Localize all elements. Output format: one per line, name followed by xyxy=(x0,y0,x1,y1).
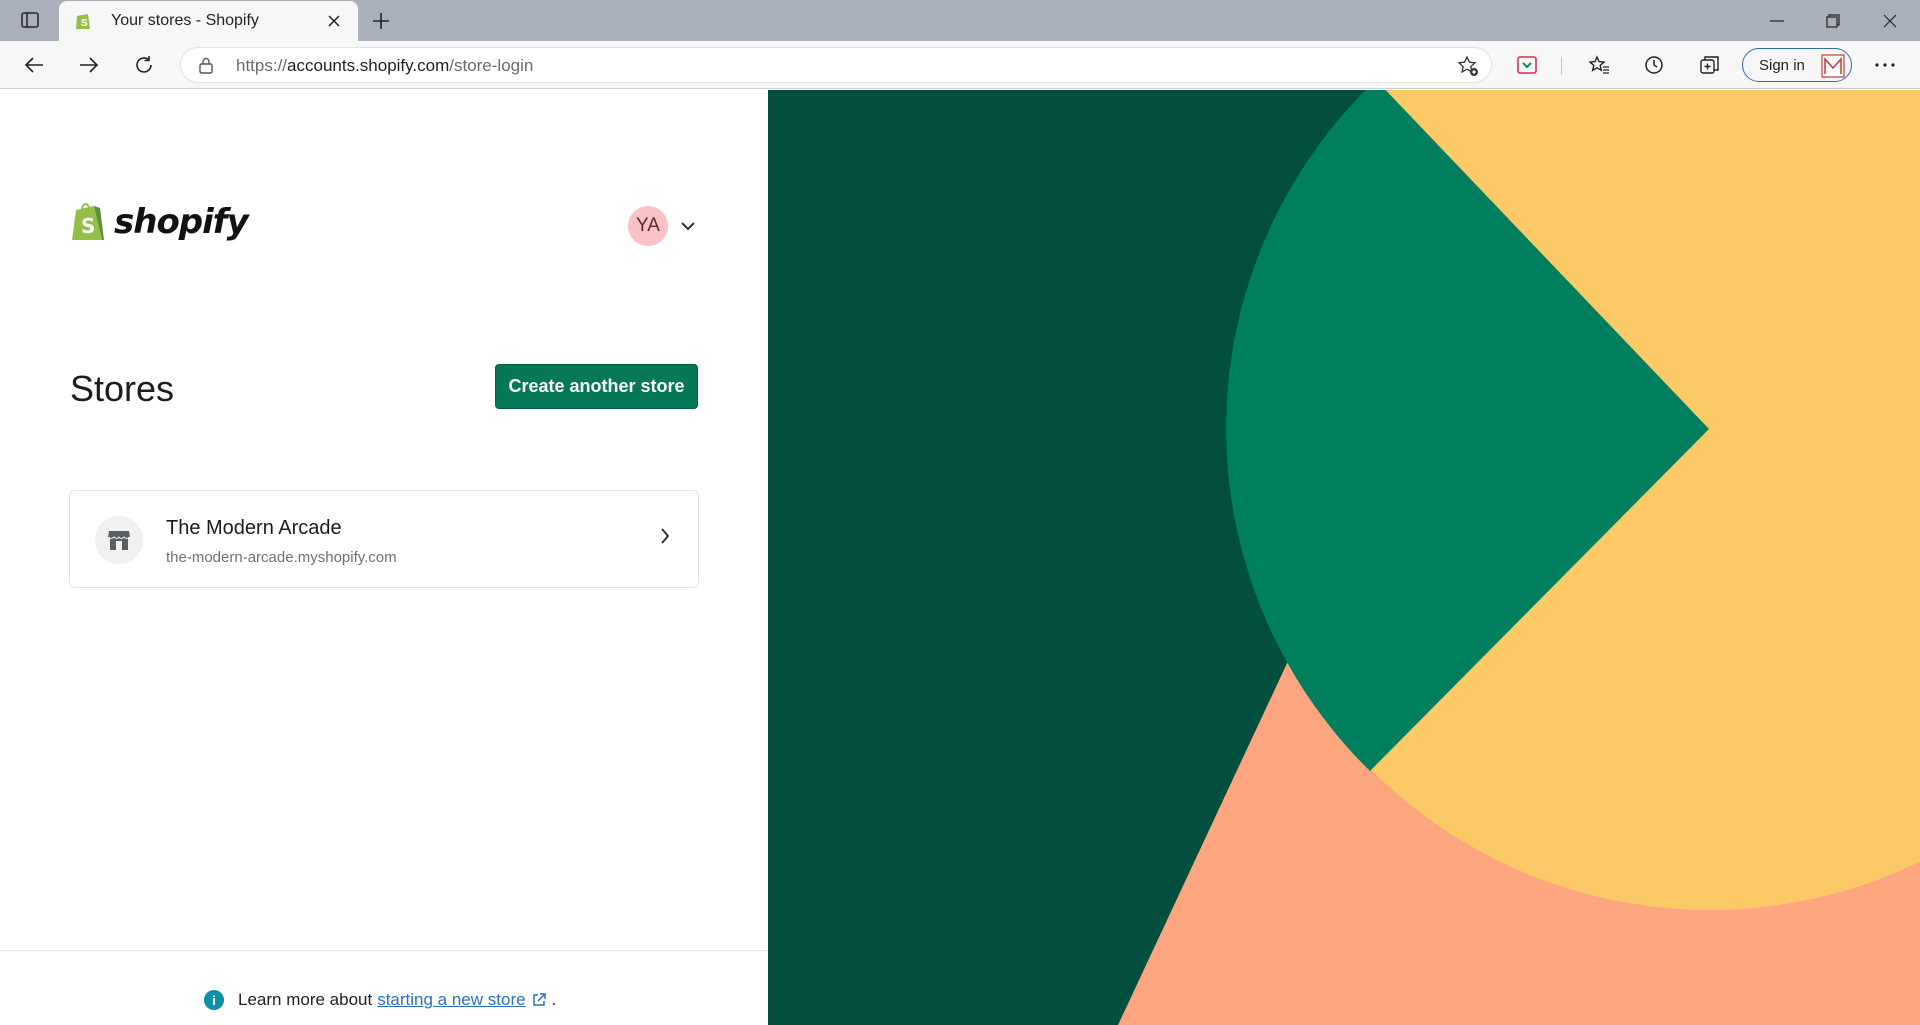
shopify-logo[interactable]: S shopify xyxy=(70,200,249,244)
forward-icon[interactable] xyxy=(71,47,107,83)
chevron-right-icon xyxy=(661,528,670,544)
chevron-down-icon xyxy=(681,222,695,231)
browser-tab-active[interactable]: S Your stores - Shopify xyxy=(59,1,358,41)
profile-avatar-icon xyxy=(1821,54,1845,78)
back-icon[interactable] xyxy=(16,47,52,83)
favorites-icon[interactable] xyxy=(1581,47,1617,83)
close-tab-icon[interactable] xyxy=(320,7,348,35)
store-list-item[interactable]: The Modern Arcade the-modern-arcade.mysh… xyxy=(69,490,699,588)
page-content: S shopify YA Stores Create another store… xyxy=(0,90,1920,1025)
info-icon: i xyxy=(204,990,224,1010)
left-panel: S shopify YA Stores Create another store… xyxy=(0,90,768,1025)
refresh-icon[interactable] xyxy=(126,47,162,83)
more-menu-icon[interactable] xyxy=(1867,47,1903,83)
svg-text:S: S xyxy=(81,18,88,29)
tab-actions-icon[interactable] xyxy=(16,8,44,32)
logo-text: shopify xyxy=(114,202,249,242)
browser-toolbar: https://accounts.shopify.com/store-login… xyxy=(0,41,1920,89)
sign-in-label: Sign in xyxy=(1759,56,1805,74)
minimize-icon[interactable] xyxy=(1749,0,1805,41)
sign-in-button[interactable]: Sign in xyxy=(1742,48,1852,82)
collections-icon[interactable] xyxy=(1692,47,1728,83)
starting-new-store-link[interactable]: starting a new store xyxy=(377,990,525,1010)
store-name: The Modern Arcade xyxy=(166,517,342,539)
restore-icon[interactable] xyxy=(1805,0,1861,41)
footer-info: i Learn more about starting a new store … xyxy=(204,990,556,1010)
shopify-bag-icon: S xyxy=(72,203,104,240)
tab-title: Your stores - Shopify xyxy=(111,12,259,29)
footer-text: Learn more about xyxy=(238,990,373,1009)
svg-text:S: S xyxy=(81,214,95,238)
address-bar[interactable]: https://accounts.shopify.com/store-login xyxy=(180,47,1492,83)
add-favorite-icon[interactable] xyxy=(1457,55,1479,77)
shopify-favicon-icon: S xyxy=(76,14,90,29)
external-link-icon[interactable] xyxy=(532,993,546,1007)
user-avatar: YA xyxy=(628,206,668,246)
decorative-art-panel xyxy=(768,90,1920,1025)
new-tab-icon[interactable] xyxy=(366,6,396,36)
close-window-icon[interactable] xyxy=(1862,0,1918,41)
store-domain: the-modern-arcade.myshopify.com xyxy=(166,549,397,566)
decorative-shapes xyxy=(768,90,1920,1025)
toolbar-separator xyxy=(1561,57,1562,75)
create-another-store-button[interactable]: Create another store xyxy=(495,364,698,409)
page-title: Stores xyxy=(70,368,175,409)
footer-period: . xyxy=(551,990,557,1009)
user-menu[interactable]: YA xyxy=(628,206,696,246)
store-icon xyxy=(95,516,143,564)
url-text: https://accounts.shopify.com/store-login xyxy=(236,56,534,75)
pocket-extension-icon[interactable] xyxy=(1509,47,1545,83)
history-icon[interactable] xyxy=(1636,47,1672,83)
footer-divider xyxy=(0,950,768,951)
lock-icon xyxy=(199,57,213,74)
browser-tabstrip: S Your stores - Shopify xyxy=(0,0,1920,41)
